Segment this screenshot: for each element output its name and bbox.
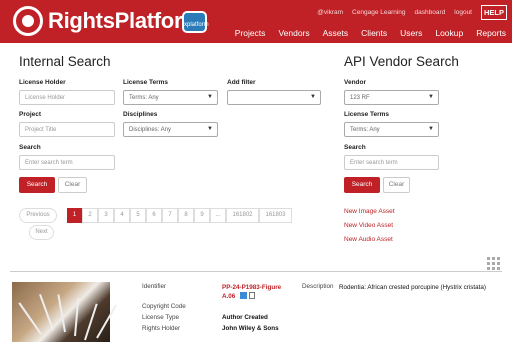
previous-page-button[interactable]: Previous [19, 208, 57, 223]
description-label: Description [302, 283, 334, 290]
page-7[interactable]: 7 [162, 208, 178, 223]
project-label: Project [19, 111, 42, 118]
page-1[interactable]: 1 [67, 208, 82, 223]
top-header: RightsPlatform xplatform @vikram Cengage… [0, 0, 512, 43]
dashboard-link[interactable]: dashboard [415, 9, 446, 16]
vendor-value: 123 RF [350, 95, 370, 101]
description-value: Rodentia: African crested porcupine (Hys… [339, 284, 486, 291]
license-holder-input[interactable]: License Holder [19, 90, 115, 105]
vendor-clear-button[interactable]: Clear [383, 177, 410, 193]
username-link[interactable]: @vikram [317, 9, 343, 16]
page-5[interactable]: 5 [130, 208, 146, 223]
xplatform-badge: xplatform [182, 11, 209, 33]
vendor-search-label: Search [344, 144, 366, 151]
user-links: @vikram Cengage Learning dashboard logou… [317, 9, 472, 16]
page-ellipsis: ... [210, 208, 226, 223]
license-type-value: Author Created [222, 314, 268, 321]
grid-view-icon[interactable] [487, 257, 500, 270]
page-161803[interactable]: 161803 [259, 208, 292, 223]
disciplines-value: Disciplines: Any [129, 127, 172, 133]
copyright-label: Copyright Code [142, 303, 186, 310]
disciplines-label: Disciplines [123, 111, 158, 118]
disciplines-select[interactable]: Disciplines: Any ▼ [123, 122, 218, 137]
license-terms-select[interactable]: Terms: Any ▼ [123, 90, 218, 105]
license-terms-value: Terms: Any [129, 95, 159, 101]
chevron-down-icon: ▼ [428, 94, 434, 100]
brand-name[interactable]: RightsPlatform [48, 8, 202, 34]
clear-button[interactable]: Clear [58, 177, 87, 193]
vendor-license-terms-select[interactable]: Terms: Any ▼ [344, 122, 439, 137]
page-9[interactable]: 9 [194, 208, 210, 223]
vendor-label: Vendor [344, 79, 367, 86]
nav-vendors[interactable]: Vendors [278, 28, 309, 38]
search-input[interactable]: Enter search term [19, 155, 115, 170]
logout-link[interactable]: logout [454, 9, 472, 16]
page-4[interactable]: 4 [114, 208, 130, 223]
vendor-search-button[interactable]: Search [344, 177, 380, 193]
new-image-asset-link[interactable]: New Image Asset [344, 208, 395, 215]
vendor-terms-value: Terms: Any [350, 127, 380, 133]
logo-icon[interactable] [13, 6, 43, 36]
project-input[interactable]: Project Title [19, 122, 115, 137]
asset-thumbnail[interactable] [12, 282, 117, 342]
nav-lookup[interactable]: Lookup [435, 28, 463, 38]
new-video-asset-link[interactable]: New Video Asset [344, 222, 393, 229]
help-button[interactable]: HELP [481, 5, 507, 20]
trash-icon[interactable] [249, 292, 255, 299]
page-2[interactable]: 2 [82, 208, 98, 223]
chevron-down-icon: ▼ [310, 94, 316, 100]
divider [10, 271, 502, 272]
next-page-button[interactable]: Next [29, 225, 54, 240]
nav-users[interactable]: Users [400, 28, 422, 38]
add-filter-select[interactable]: ▼ [227, 90, 321, 105]
page-6[interactable]: 6 [146, 208, 162, 223]
rights-holder-label: Rights Holder [142, 325, 181, 332]
nav-clients[interactable]: Clients [361, 28, 387, 38]
org-link[interactable]: Cengage Learning [352, 9, 406, 16]
nav-projects[interactable]: Projects [235, 28, 266, 38]
page-161802[interactable]: 161802 [226, 208, 259, 223]
vendor-search-input[interactable]: Enter search term [344, 155, 439, 170]
license-type-label: License Type [142, 314, 179, 321]
vendor-search-title: API Vendor Search [344, 54, 459, 69]
rights-holder-value: John Wiley & Sons [222, 325, 279, 332]
main-nav: Projects Vendors Assets Clients Users Lo… [235, 28, 506, 38]
search-label: Search [19, 144, 41, 151]
chevron-down-icon: ▼ [207, 126, 213, 132]
vendor-select[interactable]: 123 RF ▼ [344, 90, 439, 105]
chevron-down-icon: ▼ [207, 94, 213, 100]
add-filter-label: Add filter [227, 79, 256, 86]
new-audio-asset-link[interactable]: New Audio Asset [344, 236, 393, 243]
license-holder-label: License Holder [19, 79, 66, 86]
identifier-value[interactable]: PP-24-P1983-Figure A.06 [222, 283, 292, 301]
nav-reports[interactable]: Reports [476, 28, 506, 38]
vendor-license-terms-label: License Terms [344, 111, 390, 118]
identifier-label: Identifier [142, 283, 167, 290]
page-8[interactable]: 8 [178, 208, 194, 223]
nav-assets[interactable]: Assets [323, 28, 349, 38]
chevron-down-icon: ▼ [428, 126, 434, 132]
page-3[interactable]: 3 [98, 208, 114, 223]
edit-icon[interactable] [240, 292, 247, 299]
search-button[interactable]: Search [19, 177, 55, 193]
license-terms-label: License Terms [123, 79, 169, 86]
internal-search-title: Internal Search [19, 54, 111, 69]
